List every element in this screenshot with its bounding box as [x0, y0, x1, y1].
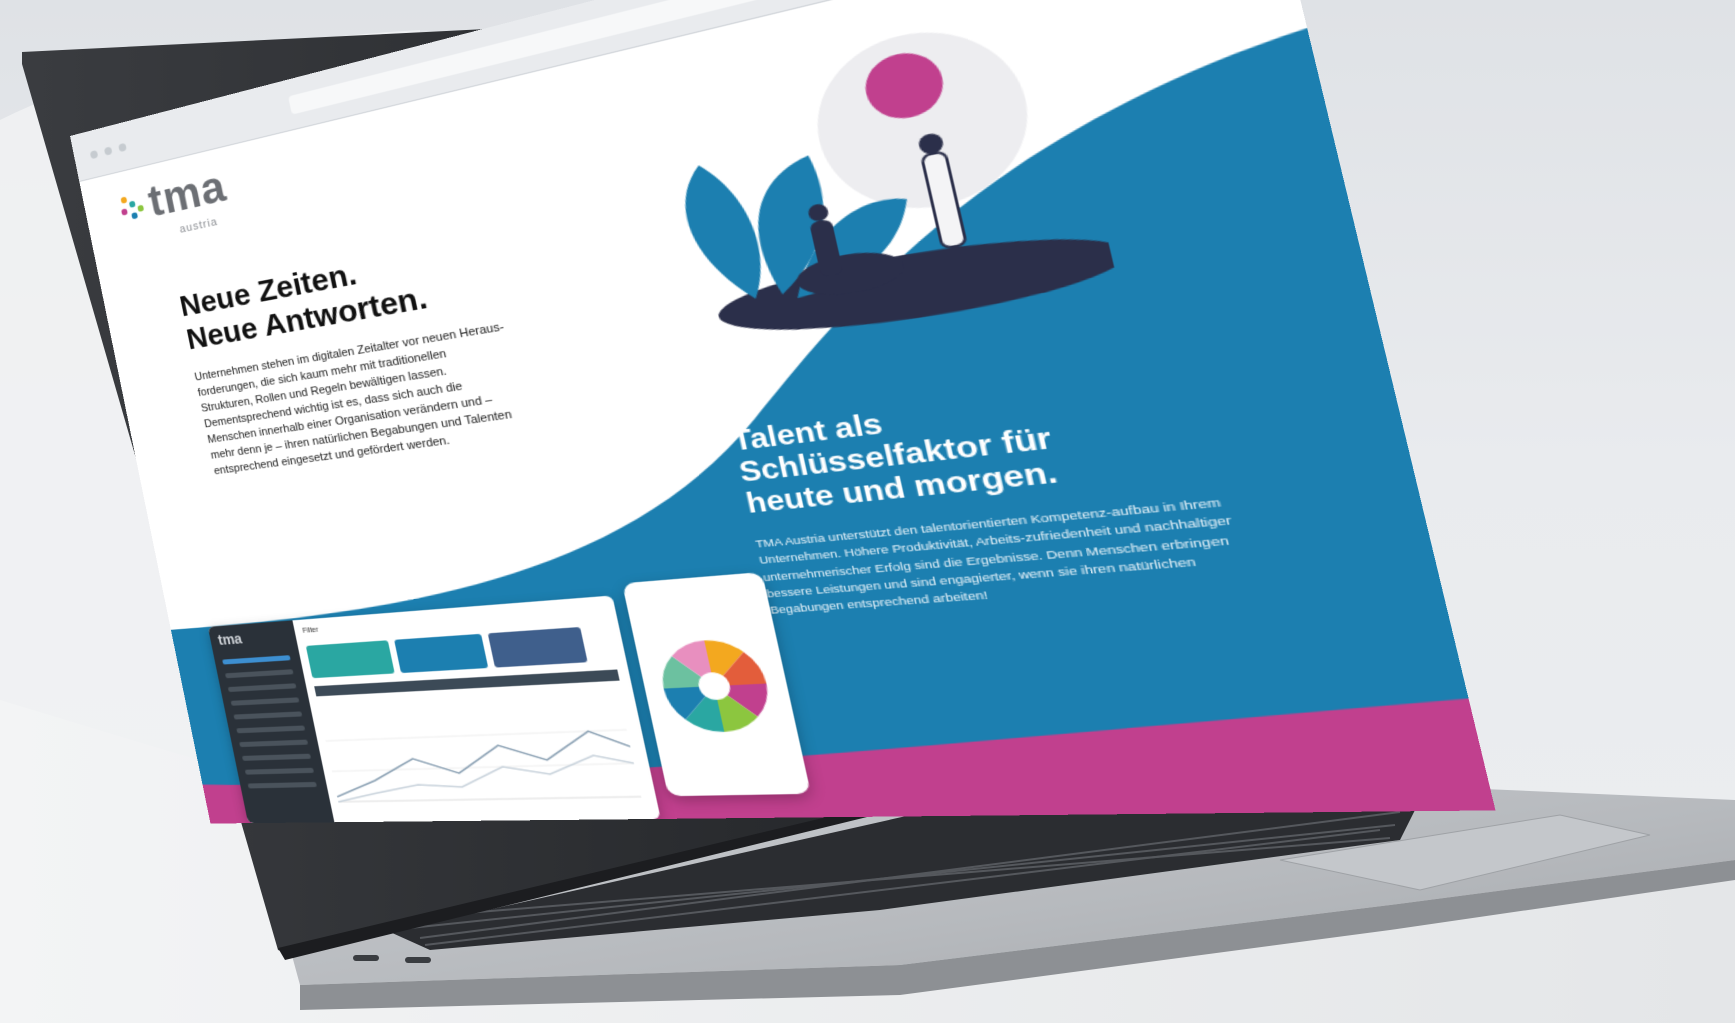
mockup-nav-item	[247, 781, 317, 789]
mockup-nav-item	[233, 711, 303, 720]
mockup-nav-item	[222, 655, 291, 665]
website-screen: tma austria Neue Zeiten. Neue Antworten.…	[70, 0, 1496, 824]
mockup-card	[305, 640, 395, 679]
leaf-1	[676, 157, 770, 307]
mockup-line	[330, 754, 641, 802]
mockup-logo: tma	[216, 630, 244, 648]
mockup-line	[326, 730, 640, 797]
mockup-nav-item	[241, 753, 312, 761]
mockup-card	[487, 626, 588, 668]
mockup-nav-item	[244, 767, 315, 775]
dashboard-mockup: tma Filter	[207, 595, 661, 824]
mockup-nav-item	[227, 683, 297, 693]
mockup-nav-item	[239, 739, 309, 748]
mockup-card	[394, 633, 489, 674]
mockup-nav-item	[230, 697, 300, 706]
usb-c-port-1	[353, 955, 379, 961]
mockup-filter-label: Filter	[302, 626, 320, 635]
mockup-nav-item	[224, 669, 294, 679]
mockup-nav-item	[236, 725, 306, 734]
usb-c-port-2	[405, 957, 431, 963]
mockup-line-chart	[317, 685, 643, 812]
scene: tma austria Neue Zeiten. Neue Antworten.…	[0, 0, 1735, 1023]
